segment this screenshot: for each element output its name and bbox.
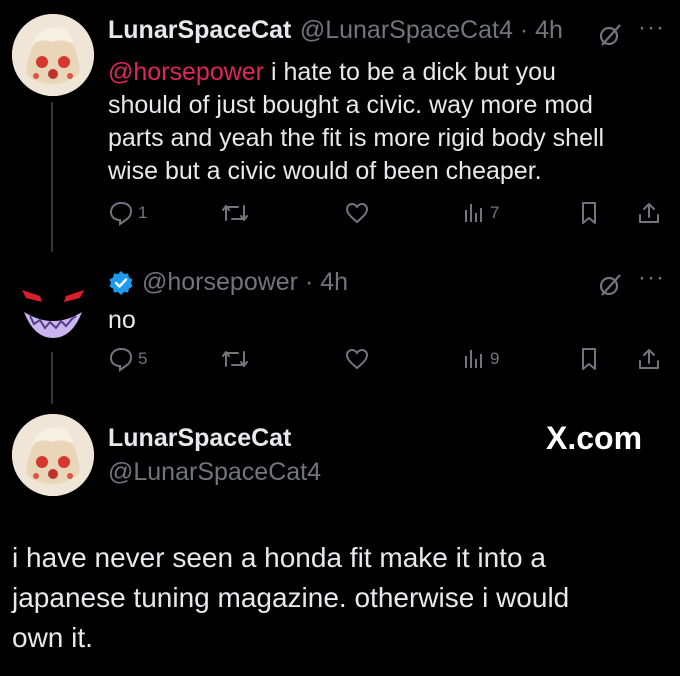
like-button[interactable] — [344, 200, 370, 226]
thread-line — [51, 352, 53, 404]
retweet-icon — [222, 351, 248, 367]
thread-line — [51, 102, 53, 252]
retweet-button[interactable] — [220, 346, 250, 372]
tweet1-text: @horsepower i hate to be a dick but you … — [108, 56, 668, 188]
tweet2-header: @horsepower · 4h — [108, 268, 348, 297]
views-icon — [465, 350, 482, 368]
grok-icon[interactable] — [598, 22, 624, 53]
share-button[interactable] — [636, 200, 662, 226]
text-line: own it. — [12, 622, 93, 653]
retweet-icon — [222, 205, 248, 221]
handle[interactable]: @LunarSpaceCat4 — [108, 458, 321, 487]
views-count: 9 — [490, 349, 500, 368]
avatar-lunarspacecat[interactable] — [12, 414, 94, 496]
verified-badge-icon — [109, 270, 133, 295]
reply-icon — [109, 201, 133, 226]
views-icon — [465, 204, 482, 222]
reply-button[interactable]: 5 — [108, 346, 147, 372]
tweet1-actions: 1 7 — [108, 200, 668, 230]
handle-time[interactable]: @LunarSpaceCat4 · 4h — [300, 16, 563, 44]
display-name[interactable]: LunarSpaceCat — [108, 424, 291, 453]
avatar-horsepower[interactable] — [12, 262, 94, 344]
views-count: 7 — [490, 203, 500, 222]
text-line: japanese tuning magazine. otherwise i wo… — [12, 582, 570, 613]
share-icon — [639, 203, 659, 223]
grok-icon[interactable] — [598, 272, 624, 303]
tweet1-header: LunarSpaceCat @LunarSpaceCat4 · 4h — [108, 16, 563, 45]
share-button[interactable] — [636, 346, 662, 372]
bookmark-button[interactable] — [578, 346, 600, 372]
text-line: i have never seen a honda fit make it in… — [12, 542, 546, 573]
views-button[interactable]: 9 — [462, 346, 499, 372]
avatar-lunarspacecat[interactable] — [12, 14, 94, 96]
tweet2-actions: 5 9 — [108, 346, 668, 376]
heart-icon — [345, 348, 369, 370]
retweet-button[interactable] — [220, 200, 250, 226]
reply-icon — [109, 347, 133, 372]
handle-time[interactable]: @horsepower · 4h — [142, 268, 348, 297]
more-icon[interactable]: ··· — [638, 14, 665, 42]
bookmark-icon — [582, 202, 596, 224]
mention-link[interactable]: @horsepower — [108, 58, 264, 86]
text-line: should of just bought a civic. way more … — [108, 91, 593, 119]
reply-count: 1 — [138, 203, 148, 222]
text-line: parts and yeah the fit is more rigid bod… — [108, 124, 605, 152]
x-watermark: X.com — [546, 420, 643, 456]
heart-icon — [345, 202, 369, 224]
bookmark-button[interactable] — [578, 200, 600, 226]
tweet3-text: i have never seen a honda fit make it in… — [12, 538, 672, 658]
text-line: wise but a civic would of been cheaper. — [108, 157, 542, 185]
reply-button[interactable]: 1 — [108, 200, 147, 226]
text-line: i hate to be a dick but you — [264, 58, 556, 86]
share-icon — [639, 349, 659, 369]
like-button[interactable] — [344, 346, 370, 372]
reply-count: 5 — [138, 349, 148, 368]
bookmark-icon — [582, 348, 596, 370]
tweet2-text: no — [108, 306, 136, 334]
display-name[interactable]: LunarSpaceCat — [108, 16, 291, 44]
more-icon[interactable]: ··· — [638, 264, 665, 292]
views-button[interactable]: 7 — [462, 200, 499, 226]
